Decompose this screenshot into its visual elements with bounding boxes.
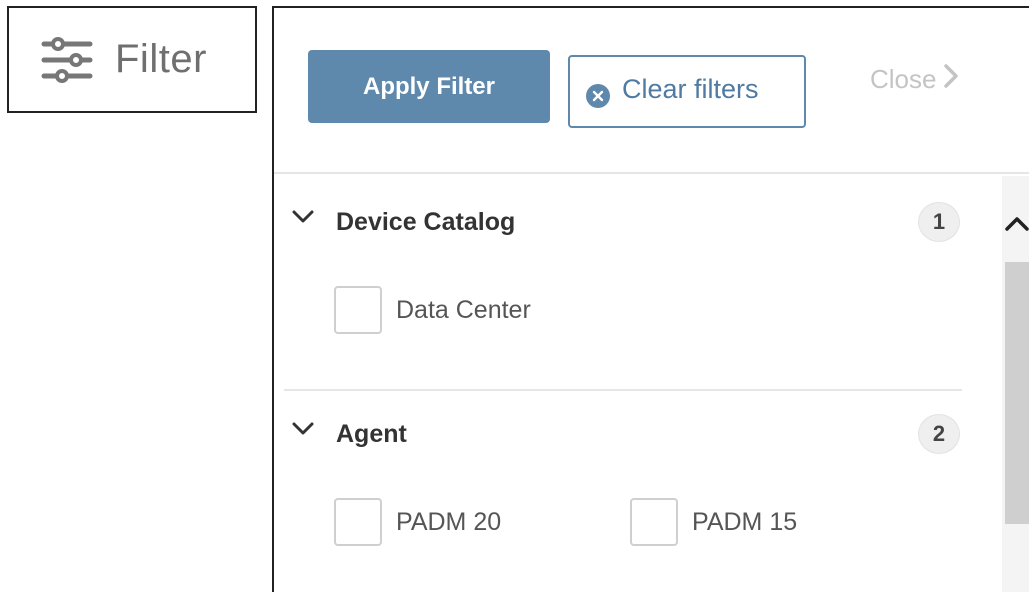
chevron-right-icon [944, 64, 959, 95]
chevron-down-icon [292, 422, 314, 441]
filter-screen: Filter Apply Filter Clear filters Close [0, 0, 1029, 592]
option-padm-20[interactable]: PADM 20 [334, 498, 501, 546]
filter-toggle-label: Filter [115, 37, 207, 81]
section-divider [284, 389, 962, 391]
section-title: Agent [336, 420, 407, 448]
filter-section-agent: Agent 2 PADM 20 PADM 15 [284, 408, 962, 592]
filter-section-device-catalog: Device Catalog 1 Data Center [284, 196, 962, 386]
close-label: Close [870, 64, 937, 94]
scrollbar-thumb[interactable] [1005, 262, 1029, 524]
option-padm-15[interactable]: PADM 15 [630, 498, 797, 546]
clear-icon [586, 83, 610, 108]
filter-section-list: Device Catalog 1 Data Center Agent 2 PAD… [274, 176, 1002, 592]
option-label: PADM 15 [692, 507, 798, 536]
chevron-down-icon [292, 210, 314, 229]
checkbox[interactable] [334, 286, 382, 334]
clear-filters-button[interactable]: Clear filters [568, 55, 806, 128]
checkbox[interactable] [630, 498, 678, 546]
sliders-icon [41, 36, 93, 84]
option-label: Data Center [396, 295, 531, 324]
close-button[interactable]: Close [870, 64, 959, 95]
filter-toggle-button[interactable]: Filter [7, 6, 257, 113]
section-header-agent[interactable]: Agent 2 [284, 408, 962, 458]
filter-panel: Apply Filter Clear filters Close Device … [272, 6, 1029, 592]
option-data-center[interactable]: Data Center [334, 286, 531, 334]
apply-filter-button[interactable]: Apply Filter [308, 50, 550, 123]
scrollbar[interactable] [1002, 176, 1029, 592]
count-badge: 1 [918, 202, 960, 242]
filter-panel-header: Apply Filter Clear filters Close [274, 8, 1029, 174]
checkbox[interactable] [334, 498, 382, 546]
section-title: Device Catalog [336, 208, 516, 236]
count-badge: 2 [918, 414, 960, 454]
chevron-up-icon[interactable] [1004, 216, 1029, 237]
section-header-device-catalog[interactable]: Device Catalog 1 [284, 196, 962, 246]
clear-filters-label: Clear filters [622, 74, 759, 104]
option-label: PADM 20 [396, 507, 502, 536]
